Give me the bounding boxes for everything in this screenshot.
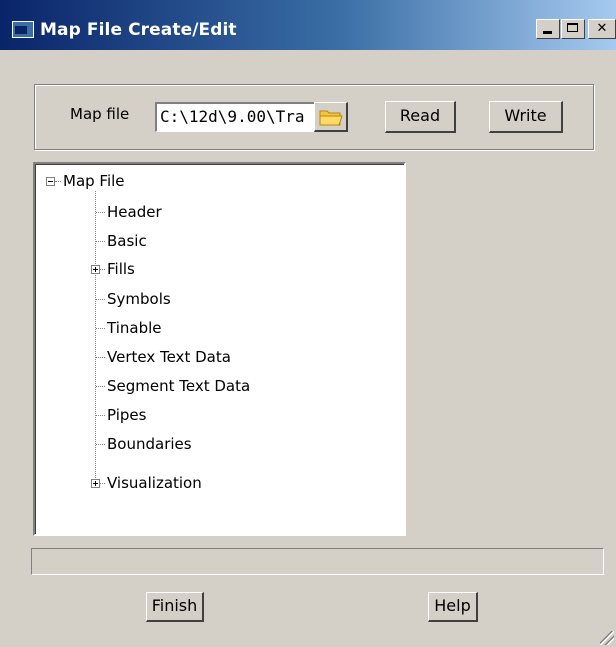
tree-connector bbox=[96, 415, 105, 416]
maximize-button[interactable] bbox=[561, 19, 585, 39]
tree-connector bbox=[100, 269, 105, 270]
browse-folder-button[interactable] bbox=[314, 102, 348, 132]
tree-item-segment-text-data[interactable]: Segment Text Data bbox=[107, 376, 250, 396]
tree-connector bbox=[55, 181, 61, 182]
tree-item-tinable[interactable]: Tinable bbox=[107, 318, 162, 338]
tree-connector bbox=[96, 241, 105, 242]
window-title: Map File Create/Edit bbox=[40, 20, 237, 40]
tree-connector bbox=[95, 191, 96, 484]
tree-item-basic[interactable]: Basic bbox=[107, 231, 147, 251]
folder-icon bbox=[319, 110, 343, 126]
tree-item-vertex-text-data[interactable]: Vertex Text Data bbox=[107, 347, 231, 367]
map-file-tree[interactable]: Map File Header Basic Fills Symbols Tina… bbox=[33, 162, 406, 536]
tree-connector bbox=[96, 357, 105, 358]
tree-item-visualization[interactable]: Visualization bbox=[107, 473, 202, 493]
resize-grip-icon[interactable] bbox=[600, 631, 614, 645]
maximize-icon bbox=[567, 23, 578, 32]
tree-item-fills[interactable]: Fills bbox=[107, 259, 135, 279]
expand-icon[interactable] bbox=[91, 479, 100, 488]
close-button[interactable]: ✕ bbox=[588, 19, 616, 39]
finish-button[interactable]: Finish bbox=[146, 592, 204, 622]
mapfile-label: Map file bbox=[70, 105, 130, 123]
minimize-icon bbox=[543, 31, 552, 34]
tree-item-symbols[interactable]: Symbols bbox=[107, 289, 171, 309]
tree-root-item[interactable]: Map File bbox=[63, 171, 125, 191]
title-bar[interactable]: Map File Create/Edit ✕ bbox=[0, 0, 616, 50]
tree-connector bbox=[100, 483, 105, 484]
tree-item-header[interactable]: Header bbox=[107, 202, 162, 222]
mapfile-input[interactable]: C:\12d\9.00\Tra bbox=[155, 102, 315, 132]
status-bar bbox=[31, 548, 604, 575]
write-button[interactable]: Write bbox=[489, 101, 563, 133]
expand-icon[interactable] bbox=[91, 265, 100, 274]
tree-connector bbox=[96, 444, 105, 445]
tree-item-boundaries[interactable]: Boundaries bbox=[107, 434, 192, 454]
tree-item-pipes[interactable]: Pipes bbox=[107, 405, 146, 425]
close-icon: ✕ bbox=[596, 21, 608, 36]
help-button[interactable]: Help bbox=[428, 592, 478, 622]
minimize-button[interactable] bbox=[536, 19, 560, 39]
tree-connector bbox=[96, 386, 105, 387]
read-button[interactable]: Read bbox=[385, 101, 456, 133]
tree-connector bbox=[96, 328, 105, 329]
tree-connector bbox=[96, 212, 105, 213]
tree-connector bbox=[96, 299, 105, 300]
app-window-icon[interactable] bbox=[12, 21, 34, 38]
collapse-icon[interactable] bbox=[46, 177, 55, 186]
